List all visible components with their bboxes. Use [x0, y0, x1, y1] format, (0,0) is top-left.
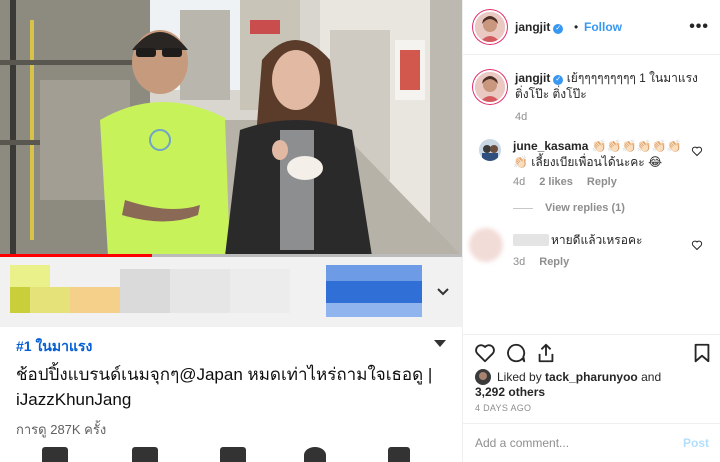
caption-avatar[interactable] [475, 72, 505, 102]
caption-username[interactable]: jangjit [515, 71, 550, 85]
post-details-panel: jangjit ✓ • Follow ••• jangjit ✓ เย้ๆๆๆๆๆๆ… [462, 0, 720, 462]
street-scene-image [0, 0, 462, 256]
download-icon[interactable] [304, 447, 326, 462]
divider-line [513, 207, 533, 209]
caret-down-icon[interactable] [434, 340, 446, 347]
comment-avatar[interactable] [479, 139, 501, 161]
post-date[interactable]: 4 DAYS AGO [475, 403, 531, 413]
liked-by-and: and [641, 370, 662, 384]
liked-by-text: Liked by tack_pharunyoo and 3,292 others [475, 370, 705, 400]
post-comment-button[interactable]: Post [683, 436, 709, 450]
heart-icon[interactable] [691, 145, 703, 157]
share-icon[interactable] [535, 342, 557, 364]
liked-by-count[interactable]: 3,292 others [475, 385, 545, 399]
add-comment-bar: Add a comment... Post [463, 423, 720, 462]
share-icon[interactable] [220, 447, 246, 462]
video-frame[interactable] [0, 0, 462, 256]
comment-meta: 3d Reply [513, 256, 569, 268]
dislike-icon[interactable] [132, 447, 158, 462]
liked-by-user[interactable]: tack_pharunyoo [545, 370, 638, 384]
liked-by-prefix: Liked by [497, 370, 542, 384]
post-actions: Liked by tack_pharunyoo and 3,292 others… [463, 334, 720, 462]
follow-button[interactable]: Follow [584, 20, 622, 34]
comments-list: jangjit ✓ เย้ๆๆๆๆๆๆๆๆๆ 1 ในมาแรง ติ่งโป๊ะ… [463, 56, 720, 334]
view-replies-label: View replies (1) [545, 202, 625, 214]
comment-timestamp[interactable]: 4d [513, 176, 525, 188]
view-count: การดู 287K ครั้ง [16, 422, 107, 437]
avatar[interactable] [475, 12, 505, 42]
view-replies-button[interactable]: View replies (1) [513, 202, 625, 214]
save-icon[interactable] [388, 447, 410, 462]
post-username[interactable]: jangjit ✓ [515, 20, 564, 34]
chevron-down-icon[interactable] [436, 285, 450, 299]
comment-meta: 4d 2 likes Reply [513, 176, 617, 188]
post-username-text: jangjit [515, 20, 551, 34]
reply-button[interactable]: Reply [587, 176, 617, 188]
youtube-info-panel: #1 ในมาแรง ช้อปปิ้งแบรนด์เนมจุกๆ@Japan ห… [0, 327, 462, 462]
more-options-icon[interactable]: ••• [689, 18, 709, 36]
blurred-avatar[interactable] [469, 228, 503, 262]
heart-icon[interactable] [691, 239, 703, 251]
verified-badge-icon: ✓ [553, 24, 564, 34]
comment-body: หายดีแล้วเหรอคะ [551, 233, 643, 247]
verified-badge-icon: ✓ [553, 75, 564, 85]
comment-timestamp[interactable]: 3d [513, 256, 525, 268]
youtube-action-icons [0, 447, 462, 462]
blurred-username[interactable] [513, 234, 549, 246]
add-comment-input[interactable]: Add a comment... [475, 436, 569, 450]
bookmark-icon[interactable] [691, 342, 713, 364]
heart-icon[interactable] [474, 342, 496, 364]
post-header: jangjit ✓ • Follow ••• [463, 0, 720, 55]
comment-username[interactable]: june_kasama [513, 139, 588, 153]
caption-timestamp[interactable]: 4d [515, 111, 527, 123]
video-title: ช้อปปิ้งแบรนด์เนมจุกๆ@Japan หมดเท่าไหร่ถ… [16, 365, 433, 409]
reply-button[interactable]: Reply [539, 256, 569, 268]
comment-text: june_kasama 👏🏻👏🏻👏🏻👏🏻👏🏻👏🏻👏🏻 เลี้ยงเบียเพื… [513, 138, 693, 170]
comment-likes[interactable]: 2 likes [539, 176, 573, 188]
trending-label[interactable]: #1 ในมาแรง [16, 336, 92, 358]
comment-icon[interactable] [505, 342, 527, 364]
separator-dot: • [574, 20, 579, 34]
like-icon[interactable] [42, 447, 68, 462]
post-media[interactable]: #1 ในมาแรง ช้อปปิ้งแบรนด์เนมจุกๆ@Japan ห… [0, 0, 462, 462]
caption: jangjit ✓ เย้ๆๆๆๆๆๆๆๆๆ 1 ในมาแรง ติ่งโป๊ะ… [515, 70, 707, 102]
pixelated-ad-strip [0, 257, 462, 327]
